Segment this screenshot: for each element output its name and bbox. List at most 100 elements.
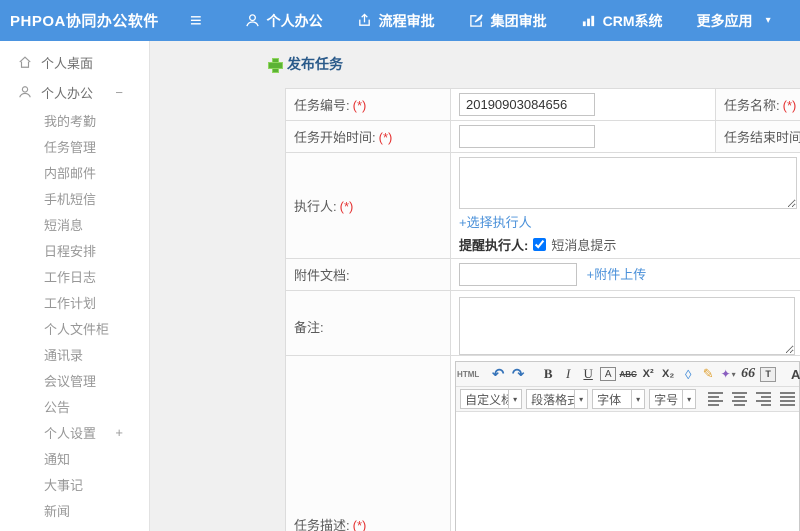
table-row: 附件文档: +附件上传 bbox=[285, 258, 800, 291]
align-left-icon[interactable] bbox=[708, 391, 724, 407]
table-row: 备注: bbox=[285, 290, 800, 362]
nav-workflow-approval[interactable]: 流程审批 bbox=[340, 11, 452, 31]
html-source-button[interactable]: HTML bbox=[457, 365, 479, 383]
nav-label: CRM系统 bbox=[602, 12, 663, 29]
sms-remind-checkbox[interactable] bbox=[533, 238, 547, 251]
top-navigation: 个人办公 流程审批 集团审批 CRM系统 更多应用 ▾ bbox=[228, 11, 788, 31]
format-brush-icon[interactable]: ✎ bbox=[700, 365, 716, 383]
user-icon bbox=[18, 85, 32, 99]
auto-typeset-icon[interactable]: ✦ ▾ bbox=[720, 365, 736, 383]
caret-down-icon: ▾ bbox=[508, 390, 521, 408]
table-row: 执行人: (*) +选择执行人 提醒执行人: 短消息提示 bbox=[285, 152, 800, 259]
required-marker: (*) bbox=[352, 98, 367, 113]
sidebar-item-label: 任务管理 bbox=[44, 139, 97, 155]
strikethrough-button[interactable]: ABC bbox=[619, 365, 636, 383]
underline-button[interactable]: U bbox=[580, 365, 596, 383]
sidebar-item-personal-office[interactable]: 个人办公 − bbox=[0, 77, 149, 107]
sidebar-item-personal-desktop[interactable]: 个人桌面 bbox=[0, 47, 149, 77]
sidebar-item-mobile-sms[interactable]: 手机短信 bbox=[0, 185, 149, 211]
start-time-label-cell: 任务开始时间: (*) bbox=[285, 120, 451, 153]
paragraph-format-dropdown[interactable]: 段落格式 ▾ bbox=[526, 389, 589, 409]
alignment-buttons bbox=[708, 391, 796, 407]
nav-personal-office[interactable]: 个人办公 bbox=[228, 11, 340, 31]
sidebar-item-task-management[interactable]: 任务管理 bbox=[0, 133, 149, 159]
executor-label-cell: 执行人: (*) bbox=[285, 152, 451, 259]
collapse-minus-icon[interactable]: − bbox=[115, 85, 149, 100]
format-eraser-icon[interactable]: ◊ bbox=[680, 365, 696, 383]
required-marker: (*) bbox=[339, 199, 354, 214]
sidebar-item-personal-settings[interactable]: 个人设置 + bbox=[0, 419, 149, 445]
field-label: 任务结束时间: bbox=[724, 130, 800, 145]
caret-down-icon: ▾ bbox=[631, 390, 644, 408]
sidebar-item-announcement[interactable]: 公告 bbox=[0, 393, 149, 419]
hamburger-menu-icon[interactable]: ≡ bbox=[190, 11, 202, 31]
caret-down-icon: ▾ bbox=[731, 369, 736, 379]
attachment-input[interactable] bbox=[459, 263, 577, 286]
sidebar-item-work-plan[interactable]: 工作计划 bbox=[0, 289, 149, 315]
align-justify-icon[interactable] bbox=[780, 391, 796, 407]
align-right-icon[interactable] bbox=[756, 391, 772, 407]
app-window: PHPOA协同办公软件 ≡ 个人办公 流程审批 集团审批 CRM系统 更多应用 … bbox=[0, 0, 800, 531]
sidebar-item-work-log[interactable]: 工作日志 bbox=[0, 263, 149, 289]
end-time-label-cell: 任务结束时间:(*) bbox=[715, 120, 800, 153]
nav-label: 集团审批 bbox=[490, 12, 547, 29]
sidebar-item-internal-mail[interactable]: 内部邮件 bbox=[0, 159, 149, 185]
custom-title-dropdown[interactable]: 自定义标题 ▾ bbox=[460, 389, 523, 409]
left-sidebar: 个人桌面 个人办公 − 我的考勤 任务管理 内部邮件 手机短信 短消息 日程安排… bbox=[0, 41, 150, 531]
nav-label: 个人办公 bbox=[266, 12, 323, 29]
font-color-button[interactable]: A▾ bbox=[790, 365, 800, 383]
field-label: 任务编号: bbox=[294, 98, 350, 113]
undo-button[interactable]: ↶ bbox=[490, 365, 506, 383]
sidebar-item-label: 工作计划 bbox=[44, 295, 97, 311]
blockquote-button[interactable]: 66 bbox=[740, 365, 756, 383]
required-marker: (*) bbox=[782, 98, 797, 113]
attachment-input-cell: +附件上传 bbox=[450, 258, 800, 291]
field-label: 附件文档: bbox=[294, 268, 350, 283]
editor-content-area[interactable] bbox=[456, 412, 800, 531]
editor-toolbar-row-1: HTML ↶ ↷ B I U A ABC X² X₂ ◊ ✎ ✦ ▾ 66 T … bbox=[456, 362, 800, 387]
sidebar-item-label: 公告 bbox=[44, 399, 71, 415]
sidebar-item-news[interactable]: 新闻 bbox=[0, 497, 149, 523]
align-center-icon[interactable] bbox=[732, 391, 748, 407]
dropdown-label: 段落格式 bbox=[531, 392, 575, 407]
task-number-label-cell: 任务编号: (*) bbox=[285, 88, 451, 121]
sidebar-item-notification[interactable]: 通知 bbox=[0, 445, 149, 471]
font-border-button[interactable]: A bbox=[600, 367, 617, 381]
field-label: 任务名称: bbox=[724, 98, 780, 113]
sidebar-item-label: 通知 bbox=[44, 451, 71, 467]
sidebar-item-label: 大事记 bbox=[44, 477, 84, 493]
remark-textarea[interactable] bbox=[459, 297, 795, 355]
sidebar-item-short-message[interactable]: 短消息 bbox=[0, 211, 149, 237]
superscript-button[interactable]: X² bbox=[640, 365, 656, 383]
required-marker: (*) bbox=[378, 130, 393, 145]
task-number-input[interactable] bbox=[459, 93, 595, 116]
executor-textarea[interactable] bbox=[459, 157, 797, 209]
sidebar-item-my-attendance[interactable]: 我的考勤 bbox=[0, 107, 149, 133]
nav-more-apps[interactable]: 更多应用 ▾ bbox=[680, 11, 788, 31]
task-description-table: 任务描述: (*) HTML ↶ ↷ B I U A ABC X² X₂ ◊ ✎… bbox=[284, 355, 800, 531]
start-time-input[interactable] bbox=[459, 125, 595, 148]
nav-crm-system[interactable]: CRM系统 bbox=[564, 11, 680, 31]
sidebar-item-major-events[interactable]: 大事记 bbox=[0, 471, 149, 497]
remark-label-cell: 备注: bbox=[285, 290, 451, 362]
nav-group-approval[interactable]: 集团审批 bbox=[452, 11, 564, 31]
caret-down-icon: ▾ bbox=[765, 15, 771, 26]
attachment-upload-link[interactable]: +附件上传 bbox=[587, 267, 647, 282]
bold-button[interactable]: B bbox=[540, 365, 556, 383]
italic-button[interactable]: I bbox=[560, 365, 576, 383]
sidebar-item-contacts[interactable]: 通讯录 bbox=[0, 341, 149, 367]
select-executor-link[interactable]: +选择执行人 bbox=[459, 215, 532, 230]
table-row: 任务开始时间:(*) 任务结束时间:(*) bbox=[285, 120, 800, 153]
font-size-dropdown[interactable]: 字号 ▾ bbox=[649, 389, 697, 409]
sidebar-item-meeting-management[interactable]: 会议管理 bbox=[0, 367, 149, 393]
sidebar-item-personal-files[interactable]: 个人文件柜 bbox=[0, 315, 149, 341]
font-family-dropdown[interactable]: 字体 ▾ bbox=[592, 389, 646, 409]
redo-button[interactable]: ↷ bbox=[510, 365, 526, 383]
subscript-button[interactable]: X₂ bbox=[660, 365, 676, 383]
expand-plus-icon[interactable]: + bbox=[115, 425, 149, 440]
field-label: 执行人: bbox=[294, 199, 337, 214]
sidebar-item-schedule[interactable]: 日程安排 bbox=[0, 237, 149, 263]
page-title-text: 发布任务 bbox=[287, 56, 343, 72]
paste-plain-text-icon[interactable]: T bbox=[760, 366, 777, 382]
field-label: 备注: bbox=[294, 319, 324, 335]
